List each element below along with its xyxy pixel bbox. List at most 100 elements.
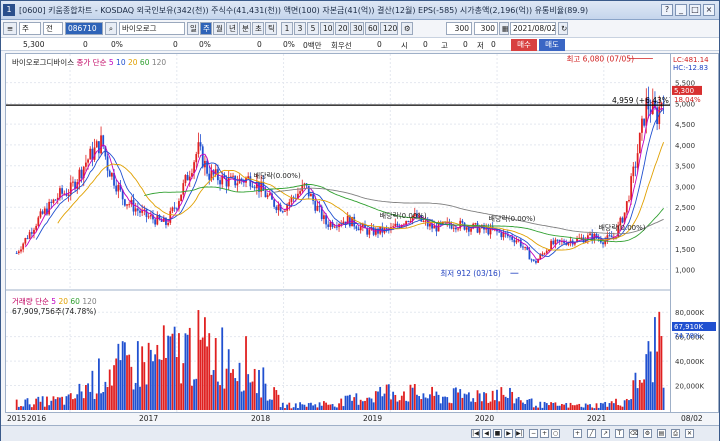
period-year[interactable]: 년 [226,22,238,35]
volume-bar [573,405,576,410]
volume-bar [240,391,243,410]
period-day[interactable]: 일 [187,22,199,35]
candle [184,175,187,184]
stop-icon[interactable]: ■ [493,429,502,438]
candle [602,242,604,245]
candle [515,240,518,243]
volume-bar [476,390,479,410]
candle [43,208,46,214]
price-tick-label: 1,000 [675,267,695,275]
volume-bar [528,399,531,410]
volume-bar [439,403,442,410]
volume-bar [392,391,395,410]
next-icon[interactable]: ▶ [504,429,513,438]
volume-bar [312,405,314,410]
candle [180,194,183,202]
right-axis: LC:481.14 HC:-12.83 5,500 5,000 4,500 4,000… [671,53,719,413]
change-value: 0 [83,40,88,49]
chart-canvas[interactable]: 4,959 (+6.43%) 최고 6,080 (07/05) 최저 912 (… [6,54,672,412]
interval-3[interactable]: 3 [294,22,306,35]
search-icon[interactable]: ⌕ [105,22,117,35]
count-input[interactable]: 300 [446,22,472,35]
line-tool-icon[interactable]: ╱ [587,429,596,438]
period-week[interactable]: 주 [200,22,212,35]
candle [268,193,271,196]
volume-bar [599,402,602,410]
interval-1[interactable]: 1 [281,22,293,35]
x-label-2015: 2015 [7,414,27,423]
prev-select[interactable]: 전 [43,22,63,35]
candle [368,229,371,235]
period-tick[interactable]: 틱 [265,22,277,35]
volume-bar [361,401,364,410]
volume-bar [411,387,414,410]
volume-bar [370,398,373,410]
interval-60[interactable]: 60 [365,22,379,35]
stock-name-field[interactable]: 바이오로그 [119,22,185,35]
buy-button[interactable]: 매수 [511,39,537,51]
current-price: 5,300 [23,40,45,49]
eraser-icon[interactable]: ⌫ [629,429,638,438]
interval-20[interactable]: 20 [335,22,349,35]
candle [238,178,241,184]
menu-icon[interactable]: ≡ [3,22,17,35]
chart-type-select[interactable]: 주 [19,22,41,35]
save-icon[interactable]: ▤ [657,429,666,438]
candle [333,226,336,228]
trash-icon[interactable]: ✕ [685,429,694,438]
interval-30[interactable]: 30 [350,22,364,35]
zoom-reset-icon[interactable]: ○ [551,429,560,438]
arrow-tool-icon[interactable]: ↗ [601,429,610,438]
chart-area[interactable]: 4,959 (+6.43%) 최고 6,080 (07/05) 최저 912 (… [5,53,672,413]
volume-bar [433,395,436,410]
crosshair-icon[interactable]: + [573,429,582,438]
period-month[interactable]: 월 [213,22,225,35]
volume-bar [634,372,637,410]
price-panel-bg [6,54,670,289]
volume-bar [173,326,176,410]
first-icon[interactable]: |◀ [471,429,480,438]
volume-bar [636,388,639,410]
maximize-button[interactable]: □ [689,4,701,16]
date-input[interactable]: 2021/08/02 [510,22,556,35]
volume-bar [30,407,33,410]
candle [134,208,137,212]
volume-bar [15,399,18,410]
refresh-icon[interactable]: ↻ [558,22,568,35]
stock-code-input[interactable]: 086710 [65,22,103,35]
volume-bar [22,406,25,410]
volume-bar [130,366,133,410]
period-minute[interactable]: 분 [239,22,251,35]
price-tick-label: 2,500 [675,204,695,212]
sell-button[interactable]: 매도 [539,39,565,51]
volume-bar [145,384,148,410]
price-tick-label: 3,500 [675,163,695,171]
volume-bar [346,395,349,410]
print-icon[interactable]: ⎙ [671,429,680,438]
x-label-2020: 2020 [475,414,495,423]
zoom-out-icon[interactable]: − [529,429,538,438]
minimize-button[interactable]: _ [675,4,687,16]
close-button[interactable]: × [703,4,715,16]
volume-bar [502,394,505,410]
config-icon[interactable]: ⚙ [643,429,652,438]
text-tool-icon[interactable]: T [615,429,624,438]
interval-5[interactable]: 5 [307,22,319,35]
interval-120[interactable]: 120 [380,22,398,35]
last-icon[interactable]: ▶| [515,429,524,438]
candle [422,220,425,222]
zoom-in-icon[interactable]: + [540,429,549,438]
volume-bar [431,386,433,410]
volume-bar [264,383,267,410]
interval-10[interactable]: 10 [320,22,334,35]
candle [511,236,514,240]
prev-icon[interactable]: ◀ [482,429,491,438]
volume-bar [381,396,384,410]
volume-bar [437,394,440,410]
volume-bar [260,397,263,410]
calendar-icon[interactable]: ▦ [499,22,509,35]
volume-bar [398,400,401,410]
settings-icon[interactable]: ⚙ [401,22,413,35]
period-second[interactable]: 초 [252,22,264,35]
help-button[interactable]: ? [661,4,673,16]
